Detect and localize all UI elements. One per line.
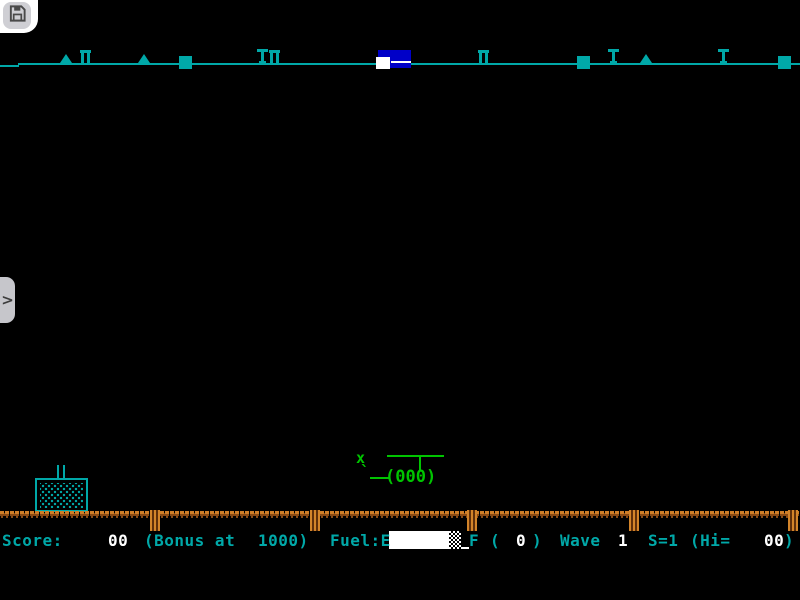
game-screen: x ` (000) Score:00(Bonus at1000)Fuel:EF(… [0, 0, 800, 600]
status-text: F [469, 531, 479, 550]
fuel-tank-fill [40, 483, 83, 508]
status-text: (Bonus at [144, 531, 235, 550]
status-text: S=1 [648, 531, 678, 550]
fuel-gauge-tick [461, 547, 469, 549]
status-text: Wave [560, 531, 601, 550]
status-bar: Score: 00 (Bonus at 1000) Fuel:E F (0) Wave 1 S=1… [0, 529, 800, 553]
map-icon-pi [80, 50, 91, 63]
fuel-tank-chimney [63, 465, 65, 478]
status-text: Score: [2, 531, 63, 550]
fuel-gauge-dither [449, 531, 461, 549]
ground-post [150, 510, 160, 531]
map-icon-tee [718, 49, 729, 63]
status-text: (Hi= [690, 531, 731, 550]
plane-wing [387, 455, 444, 457]
map-icon-square [577, 56, 590, 69]
map-icon-tee [257, 49, 268, 63]
chevron-right-icon: > [1, 291, 14, 309]
map-icon-pi [269, 50, 280, 63]
map-player-marker [376, 57, 390, 69]
ground-post [310, 510, 320, 531]
ground-post [629, 510, 639, 531]
map-viewport-line [391, 61, 411, 63]
status-text: 00 [108, 531, 128, 550]
fuel-tank-chimney [57, 465, 59, 478]
plane-tail: ` [360, 462, 370, 481]
ground-post [788, 510, 798, 531]
map-icon-triangle [60, 54, 72, 63]
fuel-tank [35, 478, 88, 512]
status-text: ) [532, 531, 542, 550]
status-text: ( [490, 531, 500, 550]
map-icon-tee [608, 49, 619, 63]
status-text: 1000) [258, 531, 309, 550]
status-text: 1 [618, 531, 628, 550]
ground-post [467, 510, 477, 531]
status-text: 00 [764, 531, 784, 550]
map-icon-square [179, 56, 192, 69]
map-icon-triangle [138, 54, 150, 63]
status-text: Fuel:E [330, 531, 391, 550]
fuel-gauge-bar [389, 531, 449, 549]
map-icon-triangle [640, 54, 652, 63]
save-button-backdrop [0, 0, 38, 33]
status-text: 0 [516, 531, 526, 550]
sidebar-toggle-button[interactable]: > [0, 277, 15, 323]
status-text: ) [784, 531, 794, 550]
map-icon-pi [478, 50, 489, 63]
map-terrain-line-left [0, 65, 19, 67]
map-icon-square [778, 56, 791, 69]
save-button[interactable] [3, 2, 31, 29]
ground [0, 511, 800, 520]
floppy-disk-icon [8, 4, 27, 27]
plane-wheels: (000) [385, 467, 436, 487]
